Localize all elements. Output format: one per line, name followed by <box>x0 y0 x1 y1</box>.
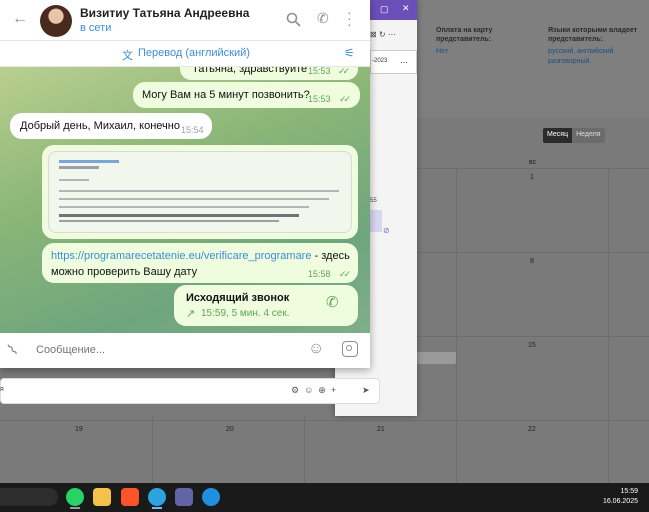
message-link[interactable]: https://programarecetatenie.eu/verificar… <box>51 250 311 262</box>
contact-status: в сети <box>80 22 112 34</box>
message-time: 15:58 <box>308 269 331 279</box>
double-check-icon: ✓✓ <box>338 67 350 76</box>
toolbar-icons[interactable]: ⊠ ↻ ⋯ <box>370 30 396 39</box>
message-time: 15:53 <box>308 67 331 76</box>
screenshot-thumbnail[interactable] <box>48 151 352 233</box>
compose-icons[interactable]: ⚙☺⊕+ <box>291 385 341 396</box>
day-number: 20 <box>226 426 234 433</box>
whatsapp-icon[interactable] <box>66 488 84 506</box>
close-icon[interactable]: ✕ <box>402 3 410 14</box>
telegram-icon[interactable] <box>148 488 166 506</box>
emoji-icon[interactable]: ☺ <box>308 340 324 358</box>
teams-icon[interactable] <box>175 488 193 506</box>
translate-label[interactable]: Перевод (английский) <box>138 47 250 59</box>
chat-header: ← Визитиу Татьяна Андреевна в сети ✆ · · · <box>0 0 370 41</box>
brave-icon[interactable] <box>121 488 139 506</box>
message-time: 15:53 <box>308 94 331 104</box>
toggle-month[interactable]: Месяц <box>543 128 573 143</box>
taskbar-search[interactable] <box>0 488 58 506</box>
contact-name[interactable]: Визитиу Татьяна Андреевна <box>80 6 249 20</box>
call-arrow-icon: ↗ <box>186 308 196 320</box>
message-text: Татьяна, здравствуйте <box>192 67 308 75</box>
message-input-bar: ⌇ ☺ <box>0 333 370 368</box>
message-outgoing[interactable]: https://programarecetatenie.eu/verificar… <box>42 243 358 283</box>
message-text: Добрый день, Михаил, конечно <box>20 120 180 132</box>
weekday-label: вс <box>529 159 537 166</box>
check-circle-icon: ⊘ <box>383 226 390 235</box>
message-call[interactable]: Исходящий звонок ↗ 15:59, 5 мин. 4 сек. … <box>174 285 358 326</box>
clock-time: 15:59 <box>620 488 638 495</box>
day-number: 21 <box>377 426 385 433</box>
toggle-week[interactable]: Неделя <box>572 128 605 143</box>
double-check-icon: ✓✓ <box>339 269 351 279</box>
day-number: 8 <box>530 258 534 265</box>
translate-settings-icon[interactable]: ⚟ <box>344 46 355 60</box>
file-explorer-icon[interactable] <box>93 488 111 506</box>
day-number: 19 <box>75 426 83 433</box>
avatar[interactable] <box>40 5 72 37</box>
message-image[interactable] <box>42 145 358 239</box>
phone-icon[interactable]: ✆ <box>317 10 329 27</box>
call-phone-icon[interactable]: ✆ <box>326 295 339 310</box>
attach-icon[interactable]: ⌇ <box>3 340 22 360</box>
payment-header: Оплата на карту представитель: <box>436 27 493 43</box>
maximize-icon[interactable]: ▢ <box>380 4 389 15</box>
app-icon[interactable] <box>202 488 220 506</box>
sticker-icon[interactable] <box>342 341 358 357</box>
day-number: 22 <box>528 426 536 433</box>
more-icon[interactable]: ⋯ <box>400 58 408 67</box>
languages-header: Языки которыми владеет представитель: <box>548 27 638 43</box>
clock-date: 16.06.2025 <box>602 498 638 505</box>
message-time: 15:54 <box>181 125 204 135</box>
chat-area: Татьяна, здравствуйте 15:53 ✓✓ Могу Вам … <box>0 67 370 333</box>
calendar-view-toggle[interactable]: Месяц Неделя <box>543 128 605 143</box>
partial-text: 55 <box>370 198 377 204</box>
send-icon[interactable]: ➤ <box>362 385 370 396</box>
translate-icon: 文 <box>122 50 133 62</box>
message-outgoing[interactable]: Могу Вам на 5 минут позвонить? 15:53 ✓✓ <box>133 82 360 108</box>
call-detail: 15:59, 5 мин. 4 сек. <box>201 308 290 319</box>
telegram-window: ← Визитиу Татьяна Андреевна в сети ✆ · · ·… <box>0 0 370 368</box>
languages-value: русский, английский разговорный. <box>548 48 614 65</box>
search-icon[interactable] <box>286 12 301 27</box>
back-arrow-icon[interactable]: ← <box>12 10 28 28</box>
message-outgoing[interactable]: Татьяна, здравствуйте 15:53 ✓✓ <box>180 67 358 80</box>
date-field-text: -2023 <box>372 58 388 64</box>
message-text: Могу Вам на 5 минут позвонить? <box>142 89 310 101</box>
translate-bar[interactable]: 文 Перевод (английский) ⚟ <box>0 41 370 67</box>
more-vertical-icon[interactable]: · · · <box>347 5 352 31</box>
double-check-icon: ✓✓ <box>339 94 351 104</box>
message-incoming[interactable]: Добрый день, Михаил, конечно 15:54 <box>10 113 212 139</box>
day-number: 1 <box>530 174 534 181</box>
compose-text: я <box>0 386 4 393</box>
call-title: Исходящий звонок <box>186 292 290 304</box>
day-number: 15 <box>528 342 536 349</box>
payment-value: Нет <box>436 48 448 55</box>
message-input[interactable] <box>36 341 296 359</box>
calendar-event-bar[interactable] <box>417 352 456 364</box>
